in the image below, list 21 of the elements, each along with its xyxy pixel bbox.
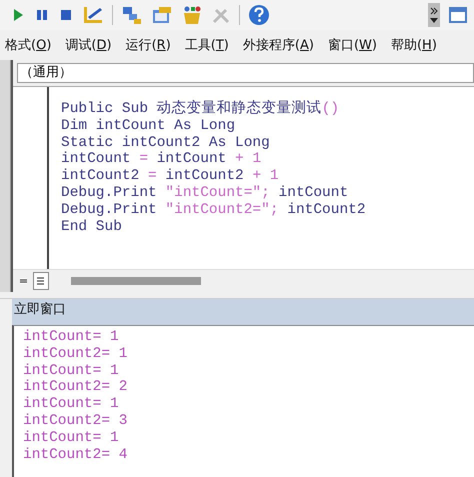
scrollbar-thumb[interactable] [71,277,201,285]
module-view-icon[interactable] [33,272,49,290]
menu-item[interactable]: 格式(O) [5,36,52,54]
pause-icon[interactable] [34,7,50,23]
menu-item[interactable]: 调试(D) [65,36,112,54]
properties-window-icon[interactable] [151,5,173,25]
immediate-window-title: 立即窗口 [12,299,474,325]
menu-item[interactable]: 运行(R) [126,36,171,54]
toolbar-options-icon[interactable] [428,3,440,27]
stop-icon[interactable] [58,7,74,23]
project-tree-icon[interactable] [121,5,143,25]
menu-item[interactable]: 窗口(W) [328,36,377,54]
window-icon[interactable] [448,5,470,25]
help-icon[interactable] [248,4,270,26]
object-box-icon[interactable] [181,5,203,25]
procedure-dropdown[interactable]: （通用） [17,63,474,83]
menu-item[interactable]: 工具(T) [184,36,229,54]
immediate-output[interactable]: intCount= 1 intCount2= 1 intCount= 1 intCount2= 2 intCount= 1 intCount2= 3 intCount= 1 intCount2= 4 [12,325,474,477]
menu-item[interactable]: 帮助(H) [390,36,437,54]
ruler-pencil-icon[interactable] [82,5,104,25]
menu-item[interactable]: 外接程序(A) [242,36,314,54]
